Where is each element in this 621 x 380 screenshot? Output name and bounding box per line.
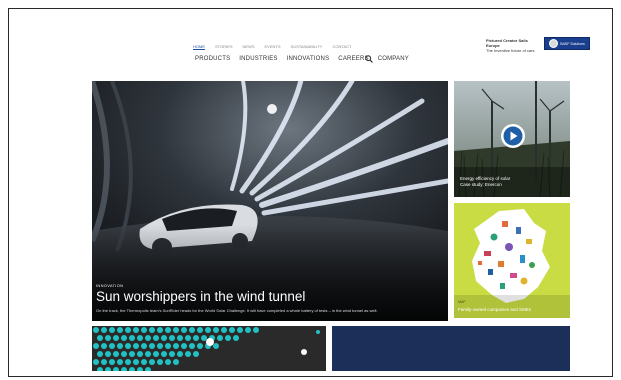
nav-item-products[interactable]: PRODUCTS bbox=[195, 56, 230, 62]
subnav-item-home[interactable]: HOME bbox=[193, 44, 205, 50]
wind-tunnel-illustration bbox=[92, 81, 448, 321]
dots-pattern-illustration bbox=[92, 326, 326, 371]
subnav-item-sustainability[interactable]: SUSTAINABILITY bbox=[291, 44, 323, 50]
brand-tagline-line1: Pictured Creator Sails Europe bbox=[486, 38, 528, 48]
teaser-dots-image[interactable] bbox=[92, 326, 326, 371]
map-tile[interactable] bbox=[454, 203, 570, 318]
hero-title[interactable]: Sun worshippers in the wind tunnel bbox=[96, 289, 305, 304]
nav-item-company[interactable]: COMPANY bbox=[378, 56, 409, 62]
germany-map-illustration bbox=[454, 209, 570, 318]
sub-navigation: HOME STORIES NEWS EVENTS SUSTAINABILITY … bbox=[193, 44, 352, 50]
subnav-item-events[interactable]: EVENTS bbox=[265, 44, 281, 50]
play-icon[interactable] bbox=[500, 123, 526, 149]
brand-logo[interactable]: BASF Solutions bbox=[544, 37, 590, 50]
subnav-item-stories[interactable]: STORIES bbox=[215, 44, 233, 50]
map-tile-category: MAP bbox=[458, 300, 466, 304]
hero-category: INNOVATION bbox=[96, 283, 124, 288]
subnav-item-contact[interactable]: CONTACT bbox=[332, 44, 351, 50]
seal-icon bbox=[549, 39, 559, 48]
main-navigation: PRODUCTS INDUSTRIES INNOVATIONS CAREERS … bbox=[195, 56, 409, 62]
map-tile-caption: Family-owned companies and SMEs bbox=[458, 307, 532, 312]
video-tile-caption-line2: Case study: Enercon bbox=[460, 182, 502, 187]
hero-subtitle: On the track, the Thermopolis team’s Sun… bbox=[96, 308, 378, 313]
nav-item-industries[interactable]: INDUSTRIES bbox=[239, 56, 277, 62]
brand-logo-text: BASF Solutions bbox=[560, 41, 585, 46]
brand-tagline-line2: The Inventive future of cars bbox=[486, 48, 535, 53]
hero-image[interactable] bbox=[92, 81, 448, 321]
brand-tagline: Pictured Creator Sails Europe The Invent… bbox=[486, 38, 542, 53]
nav-item-innovations[interactable]: INNOVATIONS bbox=[287, 56, 330, 62]
subnav-item-news[interactable]: NEWS bbox=[243, 44, 255, 50]
video-tile-caption: Energy efficiency of solar Case study: E… bbox=[460, 176, 540, 188]
search-icon[interactable] bbox=[365, 55, 373, 63]
teaser-navy-image[interactable] bbox=[332, 326, 570, 371]
